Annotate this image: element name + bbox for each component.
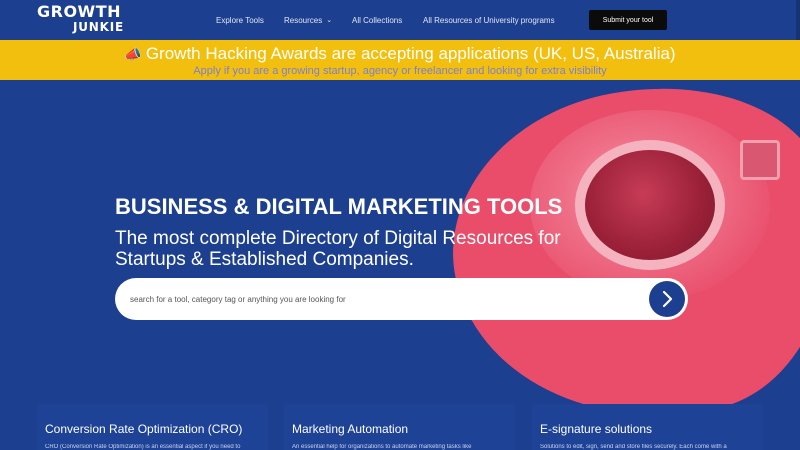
search-input[interactable] bbox=[130, 294, 630, 304]
astronaut-helmet bbox=[575, 140, 725, 270]
announcement-title-row: 📣 Growth Hacking Awards are accepting app… bbox=[0, 44, 800, 64]
submit-tool-button[interactable]: Submit your tool bbox=[589, 10, 667, 30]
card-description: CRO (Conversion Rate Optimization) is an… bbox=[45, 444, 241, 450]
growth-junkie-logo[interactable]: GROWTH JUNKIE bbox=[37, 4, 132, 36]
chevron-down-icon: ⌄ bbox=[326, 17, 333, 24]
astronaut-suit-panel bbox=[740, 140, 780, 180]
card-title: Marketing Automation bbox=[292, 422, 409, 436]
card-description: An essential help for organizations to a… bbox=[292, 444, 472, 450]
card-description: Solutions to edit, sign, send and store … bbox=[540, 444, 727, 450]
nav-all-collections[interactable]: All Collections bbox=[352, 16, 402, 25]
nav-explore-tools[interactable]: Explore Tools bbox=[216, 16, 264, 25]
megaphone-icon: 📣 bbox=[124, 46, 142, 62]
hero-section: BUSINESS & DIGITAL MARKETING TOOLS The m… bbox=[0, 80, 800, 450]
nav-resources-label: Resources bbox=[284, 15, 323, 25]
logo-text-bottom: JUNKIE bbox=[73, 20, 125, 34]
category-card-e-signature[interactable]: E-signature solutions Solutions to edit,… bbox=[532, 404, 763, 450]
announcement-bar[interactable]: 📣 Growth Hacking Awards are accepting app… bbox=[0, 40, 800, 80]
top-navbar: GROWTH JUNKIE Explore Tools Resources ⌄ … bbox=[0, 0, 800, 40]
announcement-subtitle: Apply if you are a growing startup, agen… bbox=[193, 65, 607, 77]
nav-resources[interactable]: Resources ⌄ bbox=[284, 16, 332, 25]
search-bar bbox=[115, 278, 688, 320]
hero-subtitle: The most complete Directory of Digital R… bbox=[115, 228, 561, 270]
nav-university-programs[interactable]: All Resources of University programs bbox=[423, 16, 555, 25]
announcement-title: Growth Hacking Awards are accepting appl… bbox=[145, 44, 676, 63]
category-card-marketing-automation[interactable]: Marketing Automation An essential help f… bbox=[284, 404, 515, 450]
category-card-cro[interactable]: Conversion Rate Optimization (CRO) CRO (… bbox=[37, 404, 268, 450]
search-submit-button[interactable] bbox=[649, 281, 685, 317]
chevron-right-icon bbox=[662, 290, 673, 308]
scrollbar[interactable] bbox=[796, 0, 800, 40]
card-title: E-signature solutions bbox=[540, 422, 653, 436]
hero-title: BUSINESS & DIGITAL MARKETING TOOLS bbox=[115, 194, 563, 219]
card-title: Conversion Rate Optimization (CRO) bbox=[45, 422, 243, 436]
logo-text-top: GROWTH bbox=[37, 2, 122, 21]
